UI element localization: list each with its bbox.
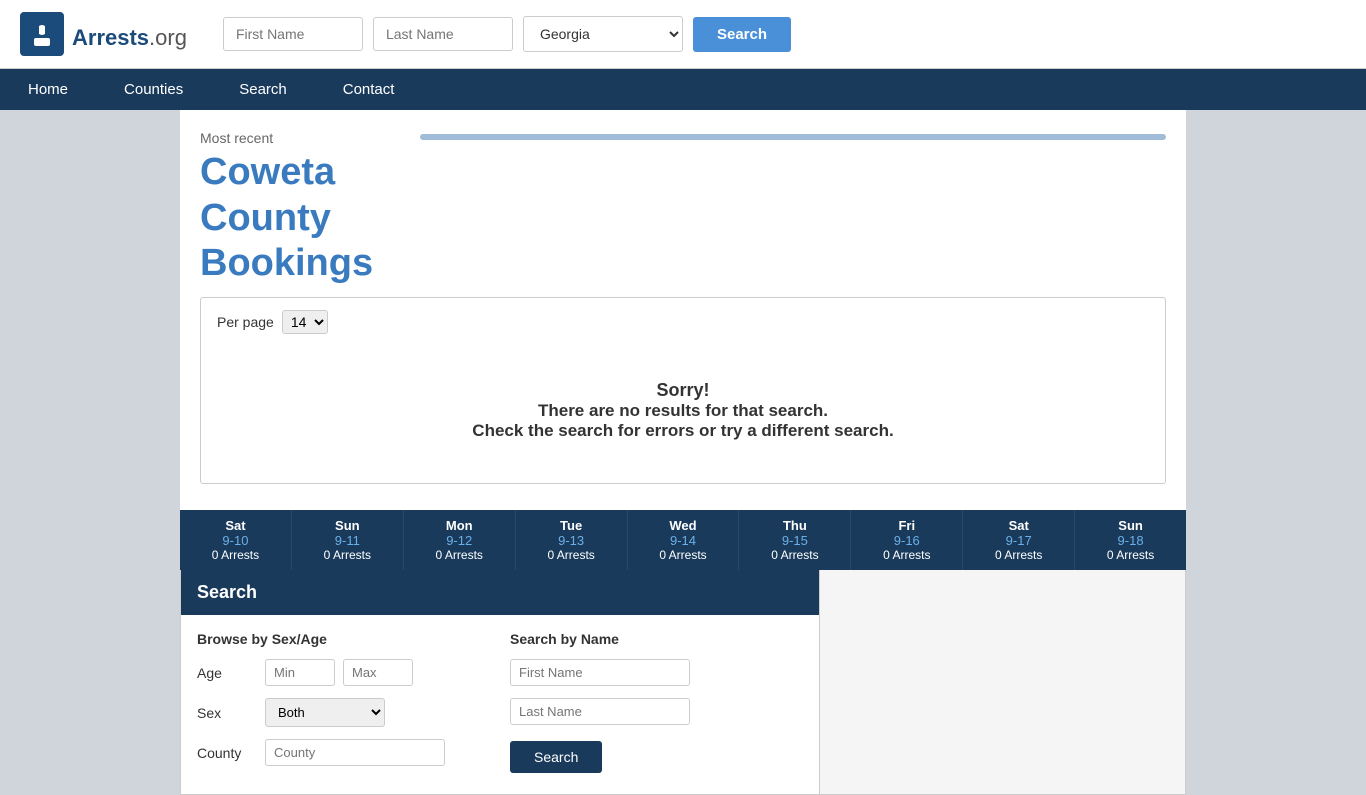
calendar-day: Mon 9-12 0 Arrests: [404, 510, 516, 570]
most-recent-label: Most recent: [200, 130, 420, 146]
cal-day-name: Thu: [743, 518, 846, 533]
main-content: Most recent CowetaCountyBookings Per pag…: [180, 110, 1186, 510]
sex-row: Sex Both Male Female: [197, 698, 490, 727]
cal-day-date[interactable]: 9-11: [296, 533, 399, 548]
cal-day-name: Mon: [408, 518, 511, 533]
calendar-day: Sat 9-10 0 Arrests: [180, 510, 292, 570]
nav-bar: Home Counties Search Contact: [0, 69, 1366, 110]
search-by-name-label: Search by Name: [510, 631, 803, 647]
sidebar-title-area: Most recent CowetaCountyBookings: [200, 130, 420, 287]
cal-day-arrests: 0 Arrests: [408, 548, 511, 562]
cal-day-name: Wed: [632, 518, 735, 533]
page-wrapper: Arrests.org Georgia Alabama Florida Tenn…: [0, 0, 1366, 795]
cal-day-arrests: 0 Arrests: [520, 548, 623, 562]
search-first-name-input[interactable]: [510, 659, 690, 686]
cal-day-name: Sat: [967, 518, 1070, 533]
header-first-name-input[interactable]: [223, 17, 363, 51]
browse-section-label: Browse by Sex/Age: [197, 631, 490, 647]
age-min-input[interactable]: [265, 659, 335, 686]
sex-label: Sex: [197, 705, 257, 721]
calendar-day: Wed 9-14 0 Arrests: [628, 510, 740, 570]
search-panel-body: Browse by Sex/Age Age Sex Both Male Fema…: [181, 615, 819, 794]
search-by-name: Search by Name Search: [510, 631, 803, 778]
bottom-section: Search Browse by Sex/Age Age Sex Both Ma…: [180, 570, 1186, 795]
sex-select[interactable]: Both Male Female: [265, 698, 385, 727]
cal-day-name: Tue: [520, 518, 623, 533]
cal-day-arrests: 0 Arrests: [743, 548, 846, 562]
logo[interactable]: Arrests.org: [20, 12, 187, 56]
calendar-day: Sun 9-11 0 Arrests: [292, 510, 404, 570]
cal-day-name: Fri: [855, 518, 958, 533]
header-last-name-input[interactable]: [373, 17, 513, 51]
cal-day-date[interactable]: 9-12: [408, 533, 511, 548]
age-row: Age: [197, 659, 490, 686]
header-inputs: Georgia Alabama Florida Tennessee Search: [223, 16, 791, 52]
name-last-row: [510, 698, 803, 725]
search-last-name-input[interactable]: [510, 698, 690, 725]
no-results-line3: Check the search for errors or try a dif…: [217, 421, 1149, 441]
logo-icon: [20, 12, 64, 56]
cal-day-arrests: 0 Arrests: [632, 548, 735, 562]
cal-day-arrests: 0 Arrests: [855, 548, 958, 562]
header-search-button[interactable]: Search: [693, 17, 791, 52]
cal-day-date[interactable]: 9-15: [743, 533, 846, 548]
age-max-input[interactable]: [343, 659, 413, 686]
progress-area: [420, 130, 1166, 287]
header: Arrests.org Georgia Alabama Florida Tenn…: [0, 0, 1366, 69]
county-row: County: [197, 739, 490, 766]
search-panel-header: Search: [181, 570, 819, 615]
per-page-row: Per page 14 25 50: [217, 310, 1149, 334]
calendar-day: Sat 9-17 0 Arrests: [963, 510, 1075, 570]
name-first-row: [510, 659, 803, 686]
nav-item-counties[interactable]: Counties: [96, 69, 211, 110]
nav-item-search[interactable]: Search: [211, 69, 315, 110]
search-panel: Search Browse by Sex/Age Age Sex Both Ma…: [180, 570, 820, 795]
search-submit-button[interactable]: Search: [510, 741, 602, 773]
no-results-line2: There are no results for that search.: [217, 401, 1149, 421]
cal-day-arrests: 0 Arrests: [184, 548, 287, 562]
cal-day-arrests: 0 Arrests: [967, 548, 1070, 562]
progress-bar: [420, 134, 1166, 140]
nav-item-home[interactable]: Home: [0, 69, 96, 110]
cal-day-arrests: 0 Arrests: [1079, 548, 1182, 562]
cal-day-arrests: 0 Arrests: [296, 548, 399, 562]
cal-day-name: Sun: [296, 518, 399, 533]
cal-day-date[interactable]: 9-16: [855, 533, 958, 548]
county-label: County: [197, 745, 257, 761]
cal-day-name: Sun: [1079, 518, 1182, 533]
cal-day-date[interactable]: 9-17: [967, 533, 1070, 548]
per-page-label: Per page: [217, 314, 274, 330]
browse-sex-age: Browse by Sex/Age Age Sex Both Male Fema…: [197, 631, 490, 778]
logo-text: Arrests.org: [72, 16, 187, 53]
county-title: CowetaCountyBookings: [200, 150, 420, 287]
no-results: Sorry! There are no results for that sea…: [217, 350, 1149, 471]
calendar-day: Thu 9-15 0 Arrests: [739, 510, 851, 570]
cal-day-date[interactable]: 9-13: [520, 533, 623, 548]
calendar-strip: Sat 9-10 0 Arrests Sun 9-11 0 Arrests Mo…: [180, 510, 1186, 570]
calendar-day: Tue 9-13 0 Arrests: [516, 510, 628, 570]
cal-day-date[interactable]: 9-14: [632, 533, 735, 548]
header-state-select[interactable]: Georgia Alabama Florida Tennessee: [523, 16, 683, 52]
calendar-day: Fri 9-16 0 Arrests: [851, 510, 963, 570]
calendar-day: Sun 9-18 0 Arrests: [1075, 510, 1186, 570]
county-input[interactable]: [265, 739, 445, 766]
side-panel: [820, 570, 1186, 795]
age-label: Age: [197, 665, 257, 681]
no-results-line1: Sorry!: [217, 380, 1149, 401]
cal-day-date[interactable]: 9-10: [184, 533, 287, 548]
cal-day-date[interactable]: 9-18: [1079, 533, 1182, 548]
per-page-area: Per page 14 25 50 Sorry! There are no re…: [200, 297, 1166, 484]
nav-item-contact[interactable]: Contact: [315, 69, 423, 110]
content-top: Most recent CowetaCountyBookings: [180, 110, 1186, 287]
cal-day-name: Sat: [184, 518, 287, 533]
per-page-select[interactable]: 14 25 50: [282, 310, 328, 334]
